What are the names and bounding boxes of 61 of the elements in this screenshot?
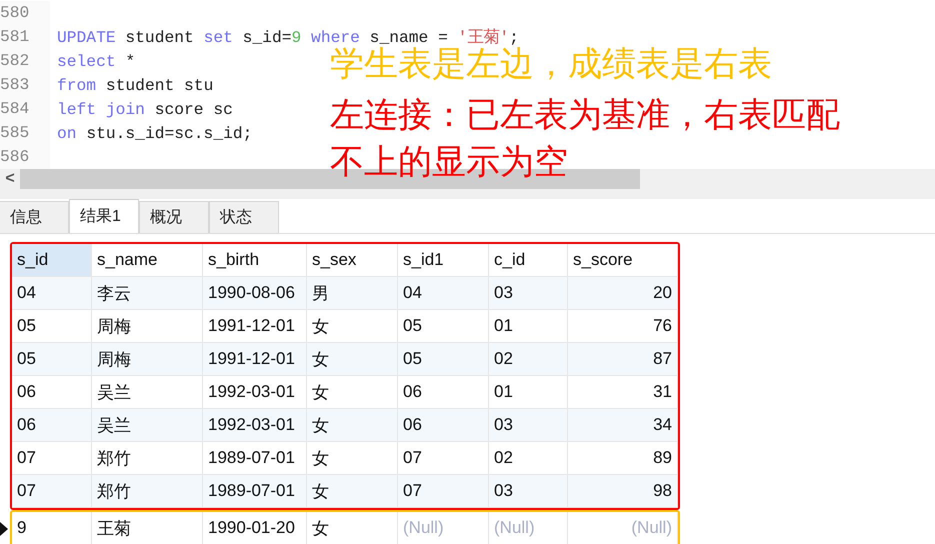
table-cell: 06 bbox=[12, 409, 92, 442]
table-cell: 20 bbox=[568, 277, 678, 310]
table-cell: 1989-07-01 bbox=[203, 475, 307, 508]
table-cell: 05 bbox=[12, 343, 92, 376]
table-cell: 女 bbox=[307, 475, 398, 508]
table-row[interactable]: 04 李云 1990-08-06 男 04 03 20 bbox=[0, 277, 680, 310]
line-number: 585 bbox=[0, 121, 50, 145]
table-cell: 王菊 bbox=[92, 512, 203, 544]
annotation-text: 学生表是左边，成绩表是右表 bbox=[330, 45, 772, 83]
table-cell: 1992-03-01 bbox=[203, 409, 307, 442]
table-cell: 女 bbox=[307, 343, 398, 376]
table-cell: 1991-12-01 bbox=[203, 343, 307, 376]
table-cell: 女 bbox=[307, 512, 398, 544]
table-cell: 男 bbox=[307, 277, 398, 310]
code-line: left join score sc bbox=[56, 100, 233, 118]
table-cell: 03 bbox=[489, 475, 568, 508]
code-line: select * bbox=[56, 52, 136, 70]
row-pointer-icon bbox=[0, 522, 8, 536]
table-cell: 02 bbox=[489, 343, 568, 376]
table-cell: 07 bbox=[398, 475, 489, 508]
table-row[interactable]: 06 吴兰 1992-03-01 女 06 03 34 bbox=[0, 409, 680, 442]
table-row[interactable]: 9 王菊 1990-01-20 女 (Null) (Null) (Null) bbox=[0, 512, 680, 544]
result-tab[interactable]: 信息 bbox=[0, 201, 69, 233]
annotation-text: 左连接：已左表为基准，右表匹配不上的显示为空 bbox=[330, 95, 841, 183]
line-number: 584 bbox=[0, 97, 50, 121]
table-cell: 87 bbox=[568, 343, 678, 376]
table-cell: 05 bbox=[398, 343, 489, 376]
table-cell: (Null) bbox=[568, 512, 678, 544]
code-line: from student stu bbox=[56, 76, 214, 94]
table-row[interactable]: 07 郑竹 1989-07-01 女 07 03 98 bbox=[0, 475, 680, 508]
table-cell: 吴兰 bbox=[92, 409, 203, 442]
table-cell: 1990-08-06 bbox=[203, 277, 307, 310]
table-cell: 李云 bbox=[92, 277, 203, 310]
table-cell: 女 bbox=[307, 409, 398, 442]
table-cell: 98 bbox=[568, 475, 678, 508]
line-number: 582 bbox=[0, 49, 50, 73]
line-number: 581 bbox=[0, 25, 50, 49]
line-number: 580 bbox=[0, 1, 50, 25]
table-cell: (Null) bbox=[398, 512, 489, 544]
result-tab[interactable]: 概况 bbox=[139, 201, 209, 233]
scroll-left-button[interactable]: < bbox=[0, 169, 20, 189]
table-cell: 周梅 bbox=[92, 343, 203, 376]
code-line: UPDATE student set s_id=9 where s_name = '王菊'; bbox=[56, 27, 519, 47]
table-cell: 03 bbox=[489, 277, 568, 310]
table-cell: 07 bbox=[12, 475, 92, 508]
table-cell: 34 bbox=[568, 409, 678, 442]
table-cell: 04 bbox=[12, 277, 92, 310]
column-header[interactable]: s_id bbox=[12, 244, 92, 277]
line-number: 583 bbox=[0, 73, 50, 97]
line-number: 586 bbox=[0, 145, 50, 169]
table-cell: 郑竹 bbox=[92, 475, 203, 508]
table-cell: 04 bbox=[398, 277, 489, 310]
result-tab[interactable]: 结果1 bbox=[69, 199, 139, 233]
table-cell: (Null) bbox=[489, 512, 568, 544]
table-row[interactable]: 05 周梅 1991-12-01 女 05 02 87 bbox=[0, 343, 680, 376]
code-line: on stu.s_id=sc.s_id; bbox=[56, 124, 252, 142]
table-cell: 06 bbox=[398, 409, 489, 442]
table-cell: 03 bbox=[489, 409, 568, 442]
table-cell: 1990-01-20 bbox=[203, 512, 307, 544]
table-cell: 9 bbox=[12, 512, 92, 544]
result-tab[interactable]: 状态 bbox=[209, 201, 279, 233]
